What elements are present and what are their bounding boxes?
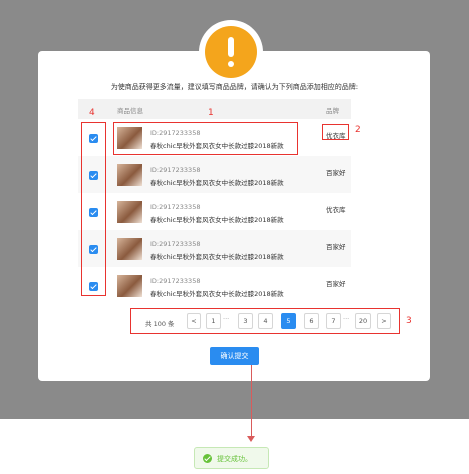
table-header: 商品信息 品牌 xyxy=(78,99,351,119)
product-brand[interactable]: 百家好 xyxy=(326,278,346,288)
product-brand[interactable]: 百家好 xyxy=(326,167,346,177)
product-id: ID:2917233358 xyxy=(150,203,201,211)
pagination-page-1[interactable]: 1 xyxy=(206,313,221,329)
product-name: 春秋chic早秋外套风衣女中长款过膝2018新款 xyxy=(150,290,284,298)
product-brand[interactable]: 优衣库 xyxy=(326,204,346,214)
table-row: ID:2917233358 春秋chic早秋外套风衣女中长款过膝2018新款 优… xyxy=(78,193,351,230)
success-toast: 提交成功。 xyxy=(194,447,269,469)
product-thumbnail xyxy=(117,238,142,260)
product-thumbnail xyxy=(117,164,142,186)
product-name: 春秋chic早秋外套风衣女中长款过膝2018新款 xyxy=(150,253,284,261)
product-id: ID:2917233358 xyxy=(150,240,201,248)
product-name: 春秋chic早秋外套风衣女中长款过膝2018新款 xyxy=(150,216,284,224)
pagination-ellipsis: ··· xyxy=(223,315,230,323)
pagination-total: 共 100 条 xyxy=(145,320,175,328)
table-row: ID:2917233358 春秋chic早秋外套风衣女中长款过膝2018新款 百… xyxy=(78,156,351,193)
annotation-label-1: 1 xyxy=(208,108,214,118)
annotation-box-brand xyxy=(322,124,349,140)
annotation-label-4: 4 xyxy=(89,108,95,118)
flow-arrow-line xyxy=(251,365,252,437)
annotation-label-2: 2 xyxy=(355,125,361,135)
table-row: ID:2917233358 春秋chic早秋外套风衣女中长款过膝2018新款 百… xyxy=(78,230,351,267)
pagination-prev-button[interactable]: < xyxy=(187,313,201,329)
product-id: ID:2917233358 xyxy=(150,166,201,174)
annotation-label-3: 3 xyxy=(406,316,412,326)
confirm-submit-button[interactable]: 确认提交 xyxy=(210,347,259,365)
flow-arrow-head-icon xyxy=(247,436,255,442)
pagination-page-4[interactable]: 4 xyxy=(258,313,273,329)
annotation-box-product-info xyxy=(113,122,298,155)
pagination-next-button[interactable]: > xyxy=(377,313,391,329)
product-brand[interactable]: 百家好 xyxy=(326,241,346,251)
product-id: ID:2917233358 xyxy=(150,277,201,285)
success-check-icon xyxy=(203,454,212,463)
product-name: 春秋chic早秋外套风衣女中长款过膝2018新款 xyxy=(150,179,284,187)
pagination-page-20[interactable]: 20 xyxy=(355,313,371,329)
toast-message: 提交成功。 xyxy=(217,455,252,463)
exclamation-icon xyxy=(205,26,257,78)
product-thumbnail xyxy=(117,201,142,223)
product-thumbnail xyxy=(117,275,142,297)
dialog-notice: 为使商品获得更多流量，建议填写商品品牌，请确认为下列商品添加相应的品牌: xyxy=(110,83,359,91)
pagination-page-7[interactable]: 7 xyxy=(326,313,341,329)
table-row: ID:2917233358 春秋chic早秋外套风衣女中长款过膝2018新款 百… xyxy=(78,267,351,304)
annotation-box-checkboxes xyxy=(81,122,106,296)
header-brand: 品牌 xyxy=(326,107,339,115)
pagination-page-6[interactable]: 6 xyxy=(304,313,319,329)
header-product-info: 商品信息 xyxy=(117,107,143,115)
pagination-page-5-current[interactable]: 5 xyxy=(281,313,296,329)
pagination-ellipsis: ··· xyxy=(343,315,350,323)
pagination-page-3[interactable]: 3 xyxy=(238,313,253,329)
